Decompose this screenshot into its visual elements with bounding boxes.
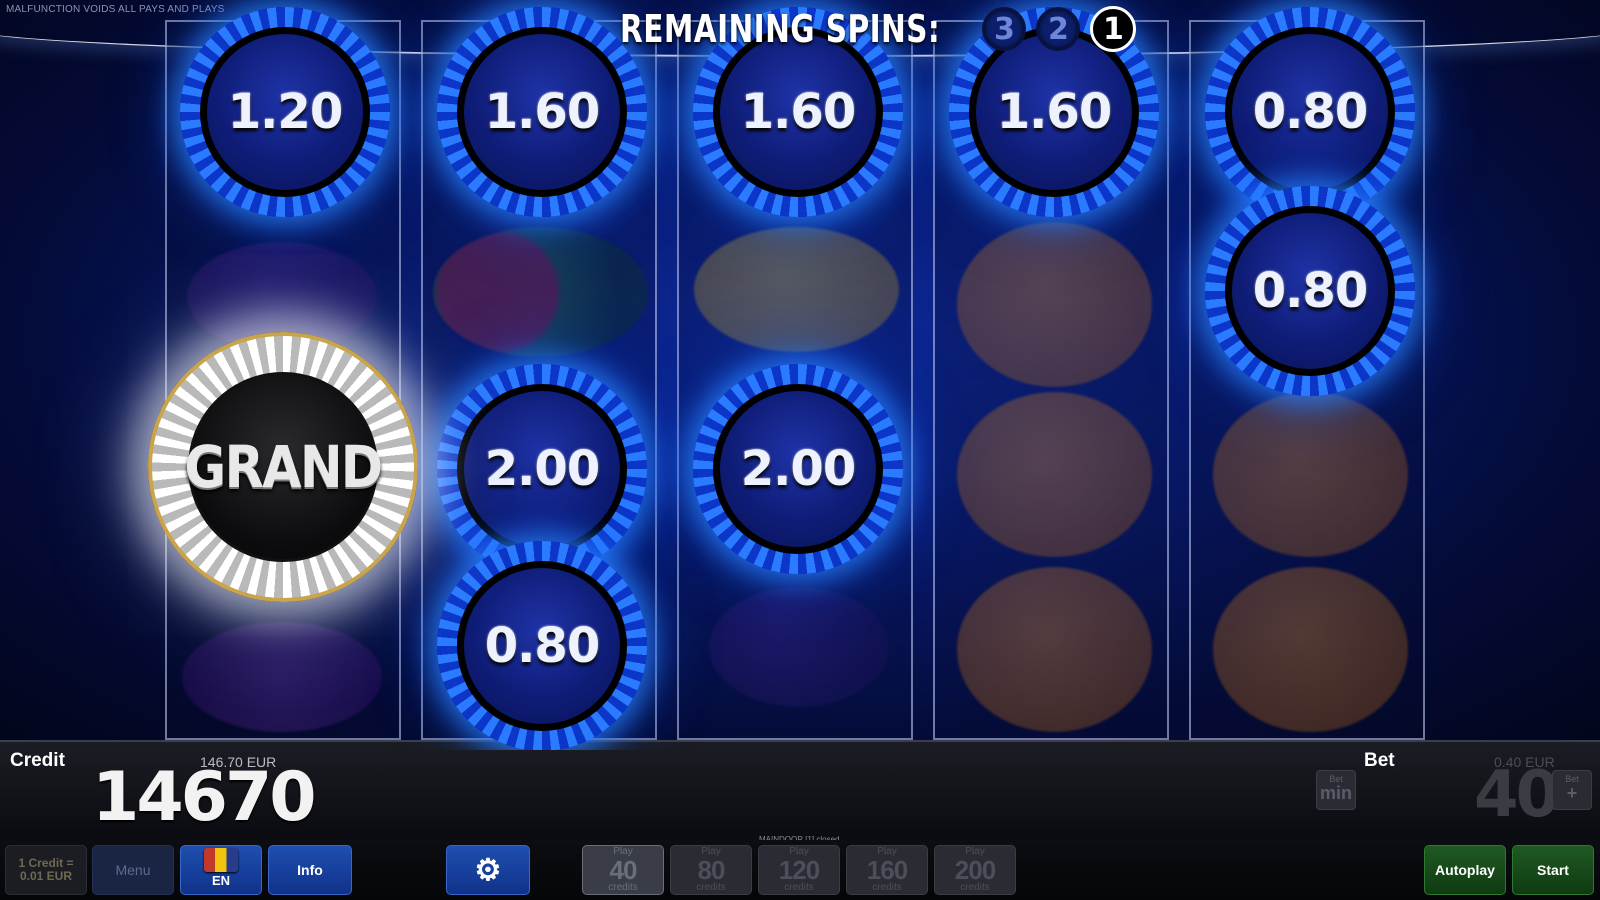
coin-reel5-row2: 0.80: [1205, 186, 1415, 396]
bet-min-button[interactable]: Bet min: [1316, 770, 1356, 810]
denomination-line2: 0.01 EUR: [19, 869, 73, 883]
play-value: 40: [609, 855, 638, 885]
play-value: 120: [778, 855, 820, 885]
coin-value: 2.00: [464, 391, 620, 547]
grapes-symbol: [182, 622, 382, 732]
orange-symbol: [1213, 392, 1408, 557]
play-160-button[interactable]: Play 160 credits: [846, 845, 928, 895]
bet-label: Bet: [1364, 750, 1395, 771]
credit-bet-panel: Credit 146.70 EUR 14670 Bet 0.40 EUR Bet…: [0, 740, 1600, 842]
bet-plus-button[interactable]: Bet +: [1552, 770, 1592, 810]
plus-icon: +: [1566, 783, 1578, 803]
coin-reel2-row1: 1.60: [437, 7, 647, 217]
coin-value: 1.60: [464, 34, 620, 190]
orange-symbol: [957, 392, 1152, 557]
info-button[interactable]: Info: [268, 845, 352, 895]
spin-counter-2: 2: [1036, 7, 1081, 51]
denomination-button[interactable]: 1 Credit = 0.01 EUR: [5, 845, 87, 895]
play-value: 160: [866, 855, 908, 885]
play-120-button[interactable]: Play 120 credits: [758, 845, 840, 895]
play-200-button[interactable]: Play 200 credits: [934, 845, 1016, 895]
play-unit: credits: [872, 882, 902, 893]
coin-reel2-row4: 0.80: [437, 541, 647, 750]
play-unit: credits: [608, 882, 638, 893]
watermelon-symbol: [433, 227, 648, 357]
flags-icon: [204, 848, 238, 872]
settings-button[interactable]: ⚙: [446, 845, 530, 895]
coin-value: 0.80: [464, 568, 620, 724]
plum-symbol: [709, 587, 889, 707]
coin-value: 0.80: [1232, 34, 1388, 190]
orange-symbol: [957, 222, 1152, 387]
autoplay-button[interactable]: Autoplay: [1424, 845, 1506, 895]
bet-min-label: min: [1319, 783, 1352, 803]
game-stage: MALFUNCTION VOIDS ALL PAYS AND PLAYS REM…: [0, 0, 1600, 750]
credit-label: Credit: [10, 750, 65, 771]
play-80-button[interactable]: Play 80 credits: [670, 845, 752, 895]
spin-counter-3: 3: [982, 7, 1027, 51]
coin-value: 1.20: [207, 34, 363, 190]
lemon-symbol: [694, 227, 899, 352]
coin-value: 2.00: [720, 391, 876, 547]
spin-counter-1: 1: [1090, 6, 1137, 52]
orange-symbol: [1213, 567, 1408, 732]
play-40-button[interactable]: Play 40 credits: [582, 845, 664, 895]
coin-value: 0.80: [1232, 213, 1388, 369]
language-code: EN: [211, 873, 231, 888]
coin-reel1-row1: 1.20: [180, 7, 390, 217]
play-unit: credits: [696, 882, 726, 893]
credit-value: 14670: [92, 758, 317, 837]
play-value: 80: [697, 855, 726, 885]
grand-label: GRAND: [185, 372, 383, 562]
play-unit: credits: [960, 882, 990, 893]
language-button[interactable]: EN: [180, 845, 262, 895]
coin-value: 1.60: [976, 34, 1132, 190]
remaining-spins: REMAINING SPINS: 3 2 1: [620, 6, 1137, 52]
bet-value: 40: [1474, 758, 1560, 832]
gear-icon: ⚙: [474, 853, 502, 887]
bottom-toolbar: 1 Credit = 0.01 EUR Menu EN Info ⚙ Play …: [0, 840, 1600, 900]
play-value: 200: [954, 855, 996, 885]
menu-button[interactable]: Menu: [92, 845, 174, 895]
remaining-spins-label: REMAINING SPINS:: [620, 7, 941, 51]
coin-value: 1.60: [720, 34, 876, 190]
start-button[interactable]: Start: [1512, 845, 1594, 895]
orange-symbol: [957, 567, 1152, 732]
coin-reel3-row3: 2.00: [693, 364, 903, 574]
play-unit: credits: [784, 882, 814, 893]
malfunction-notice: MALFUNCTION VOIDS ALL PAYS AND PLAYS: [6, 4, 225, 15]
grand-jackpot-coin: GRAND: [148, 332, 418, 602]
